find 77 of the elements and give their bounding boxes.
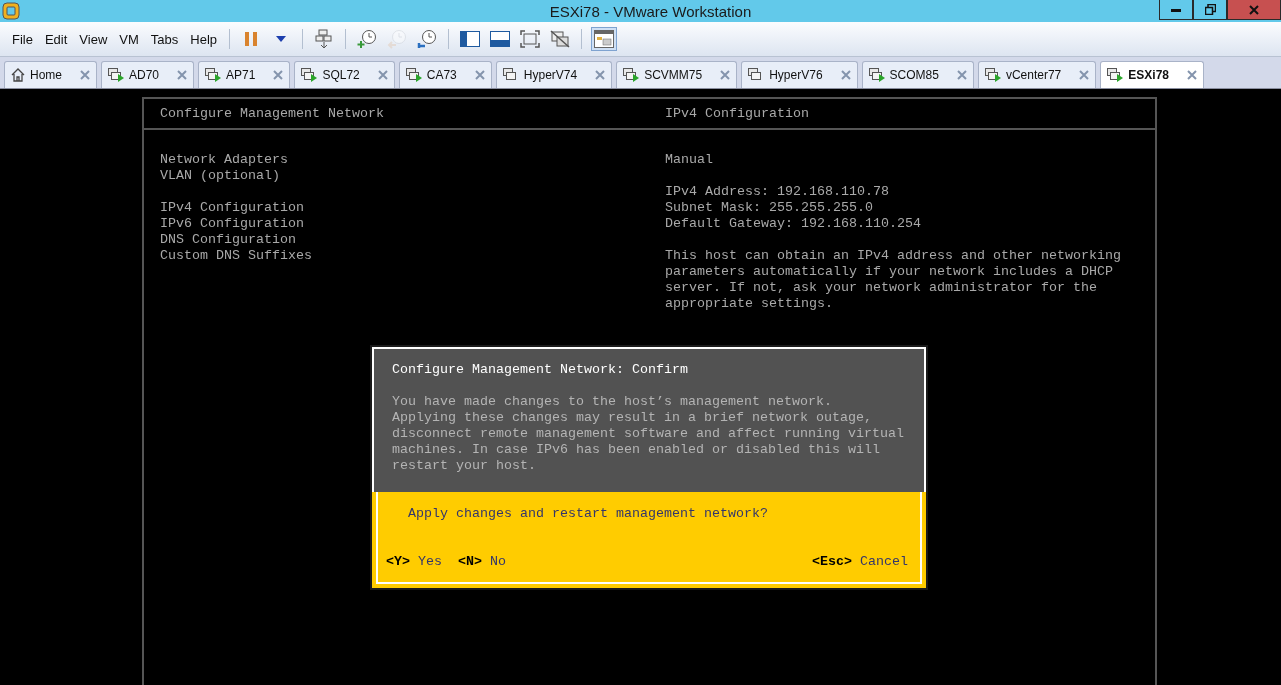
running-vm-icon — [1106, 67, 1125, 83]
running-vm-icon — [107, 67, 125, 83]
minimize-button[interactable] — [1159, 0, 1193, 20]
tab[interactable]: AD70 — [101, 61, 195, 88]
tab[interactable]: SCVMM75 — [616, 61, 738, 88]
fullscreen-icon — [520, 30, 541, 48]
dialog-message: You have made changes to the host’s management network. — [392, 394, 833, 410]
console-menu-item[interactable]: IPv6 Configuration — [160, 216, 665, 232]
dialog-action-button[interactable]: <N> No — [458, 554, 506, 570]
clock-plus-icon — [357, 29, 378, 49]
clock-back-arrow-icon — [387, 29, 408, 49]
home-icon — [10, 67, 26, 83]
console-menu-item[interactable]: Custom DNS Suffixes — [160, 248, 665, 264]
running-vm-icon — [622, 67, 641, 83]
panel-title: Configure Management Network — [160, 106, 385, 122]
dialog-message: Applying these changes may result in a brief network outage, disconnect remote management software and affect running virtual machines. In case IPv6 has been enabled or disabled this will restart your host. — [392, 410, 905, 474]
dialog-question: Apply changes and restart management network? — [407, 506, 769, 522]
console-menu-item[interactable]: Network Adapters — [160, 152, 665, 168]
tab[interactable]: SQL72 — [294, 61, 395, 88]
tab[interactable]: vCenter77 — [977, 61, 1097, 88]
restore-icon — [1204, 4, 1216, 15]
restore-button[interactable] — [1193, 0, 1227, 20]
clock-wrench-icon — [417, 29, 438, 49]
close-icon[interactable] — [474, 70, 485, 80]
tab[interactable]: HyperV76 — [741, 61, 858, 88]
menu-item[interactable]: View — [73, 31, 114, 47]
close-icon[interactable] — [595, 70, 606, 80]
running-vm-icon — [300, 67, 319, 83]
close-icon[interactable] — [377, 70, 388, 80]
tab[interactable]: CA73 — [398, 61, 492, 88]
close-icon — [1249, 4, 1259, 15]
menu-item[interactable]: Help — [184, 31, 224, 47]
close-icon[interactable] — [273, 70, 284, 80]
description-text: This host can obtain an IPv4 address and other networking parameters automatically if your network includes a DHCP server. If not, ask your network administrator for the appropriate settings. — [665, 248, 1122, 312]
toolbar-button[interactable] — [591, 27, 618, 51]
window-layout-icon — [594, 30, 615, 48]
console-menu-item[interactable]: IPv4 Configuration — [160, 200, 665, 216]
menu-item[interactable]: Tabs — [144, 31, 185, 47]
menu-item[interactable]: VM — [113, 31, 145, 47]
console-menu-item[interactable]: DNS Configuration — [160, 232, 665, 248]
tab[interactable]: ESXi78 — [1100, 61, 1204, 88]
close-icon[interactable] — [956, 70, 967, 80]
setting-line: Subnet Mask: 255.255.255.0 — [665, 200, 874, 216]
crossed-windows-icon — [550, 30, 571, 48]
dialog-action-button[interactable]: <Esc> Cancel — [812, 554, 908, 570]
sidebar-view-icon — [460, 31, 481, 47]
setting-line: Default Gateway: 192.168.110.254 — [665, 216, 922, 232]
close-icon[interactable] — [177, 70, 188, 80]
close-icon[interactable] — [1079, 70, 1090, 80]
toolbar-button[interactable] — [518, 27, 543, 51]
caret-icon — [276, 36, 287, 42]
running-vm-icon — [204, 67, 223, 83]
close-icon[interactable] — [80, 70, 90, 80]
tab[interactable]: HyperV74 — [495, 61, 613, 88]
close-icon[interactable] — [840, 70, 851, 80]
running-vm-icon — [867, 67, 886, 83]
close-icon[interactable] — [1187, 70, 1197, 80]
close-button[interactable] — [1227, 0, 1281, 20]
minimize-icon — [1171, 7, 1181, 12]
close-icon[interactable] — [720, 70, 731, 80]
dialog-action-button[interactable]: <Y> Yes — [386, 554, 442, 570]
running-vm-icon — [404, 67, 423, 83]
setting-line: IPv4 Address: 192.168.110.78 — [665, 184, 890, 200]
config-mode: Manual — [665, 152, 714, 168]
detail-title: IPv4 Configuration — [665, 106, 810, 122]
tab[interactable]: SCOM85 — [861, 61, 974, 88]
console-menu-item[interactable]: VLAN (optional) — [160, 168, 665, 184]
tab[interactable]: AP71 — [198, 61, 291, 88]
running-vm-icon — [983, 67, 1002, 83]
console-view-icon — [490, 31, 511, 47]
dialog-title: Configure Management Network: Confirm — [392, 362, 689, 378]
pause-icon — [244, 31, 259, 47]
menu-item[interactable]: Edit — [38, 31, 74, 47]
keyboard-keys-icon — [315, 29, 334, 49]
tab[interactable]: Home — [4, 61, 97, 88]
window-title: ESXi78 - VMware Workstation — [549, 2, 752, 20]
menu-item[interactable]: File — [6, 31, 39, 47]
